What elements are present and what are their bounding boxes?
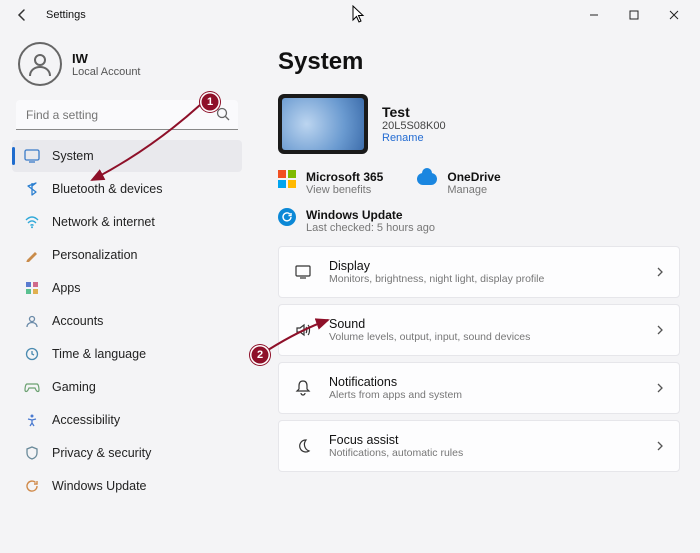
cursor-icon — [352, 5, 368, 25]
annotation-arrow-2 — [0, 0, 700, 553]
annotation-badge-1: 1 — [200, 92, 220, 112]
annotation-badge-2: 2 — [250, 345, 270, 365]
